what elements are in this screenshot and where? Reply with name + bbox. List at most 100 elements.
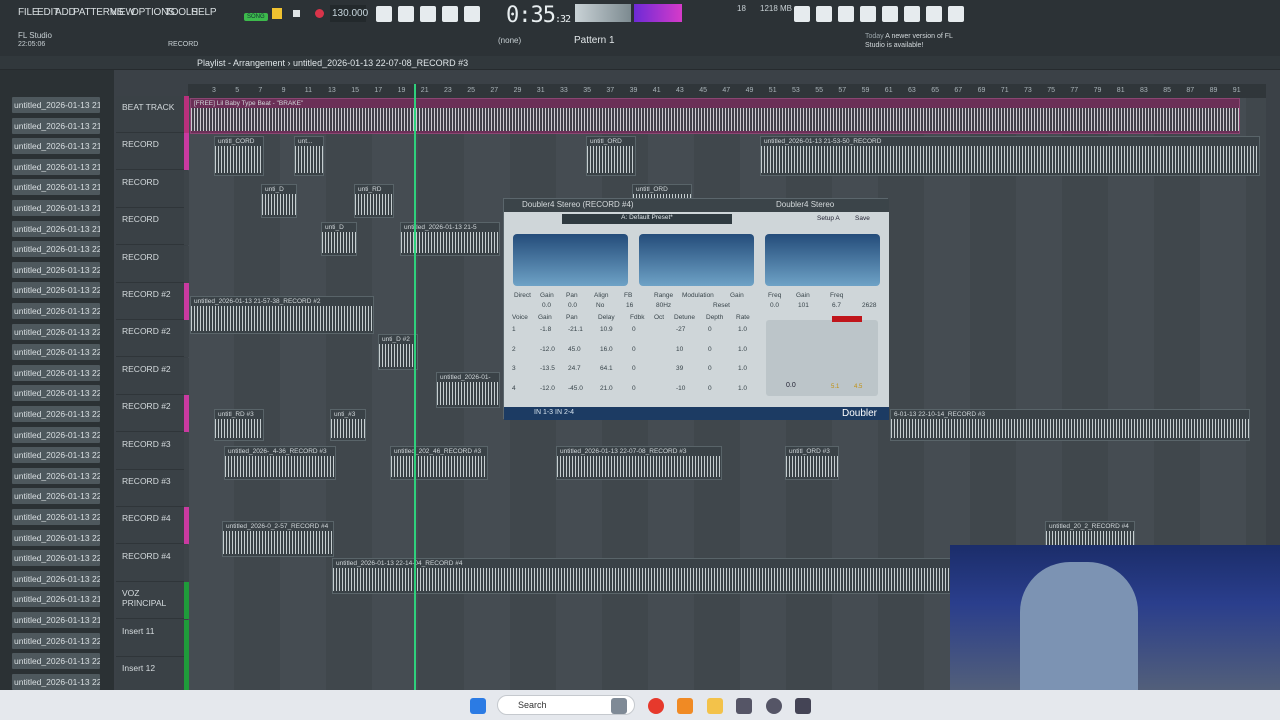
- audio-clip[interactable]: 6-01-13 22-10-14_RECORD #3: [890, 409, 1250, 441]
- song-mode-button[interactable]: SONG: [244, 13, 268, 21]
- track-header[interactable]: BEAT TRACK: [116, 96, 189, 133]
- routing-label[interactable]: IN 1-3 IN 2-4: [534, 409, 574, 416]
- doubler-plugin-window[interactable]: Doubler4 Stereo (RECORD #4) Doubler4 Ste…: [503, 198, 889, 420]
- browser-item[interactable]: untitled_2026-01-13 21-: [12, 179, 100, 196]
- pause-icon[interactable]: [272, 8, 282, 19]
- cut-icon[interactable]: [816, 6, 832, 22]
- channel-rack-icon[interactable]: [904, 6, 920, 22]
- audio-clip[interactable]: untitled_2026-01-13 22-14-04_RECORD #4: [332, 558, 952, 594]
- audio-clip[interactable]: unti_D: [261, 184, 297, 218]
- param-value[interactable]: 101: [798, 302, 809, 309]
- eq-display[interactable]: [765, 234, 880, 286]
- browser-item[interactable]: untitled_2026-01-13 21-: [12, 200, 100, 216]
- browser-item[interactable]: untitled_2026-01-13 21-: [12, 612, 100, 628]
- browser-item[interactable]: untitled_2026-01-13 22-: [12, 406, 100, 422]
- voice-param[interactable]: -21.1: [568, 326, 583, 333]
- metronome-icon[interactable]: [376, 6, 392, 22]
- browser-item[interactable]: untitled_2026-01-13 22-: [12, 529, 100, 546]
- track-header[interactable]: RECORD #3: [116, 470, 189, 507]
- loop-record-icon[interactable]: [464, 6, 480, 22]
- voice-param[interactable]: 0: [708, 326, 712, 333]
- audio-clip[interactable]: untitled_2026-01-13 21-57-38_RECORD #2: [190, 296, 374, 334]
- browser-item[interactable]: untitled_2026-01-13 22-: [12, 550, 100, 567]
- track-header[interactable]: RECORD: [116, 170, 189, 208]
- help-icon[interactable]: [860, 6, 876, 22]
- chrome-icon[interactable]: [648, 698, 664, 714]
- preset-selector[interactable]: A: Default Preset*: [562, 214, 732, 224]
- calculator-icon[interactable]: [795, 698, 811, 714]
- voice-param[interactable]: 1.0: [738, 346, 747, 353]
- audio-clip[interactable]: [FREE] Lil Baby Type Beat - "BRAKE": [190, 98, 1240, 134]
- audio-clip[interactable]: untitled_2026-_4-36_RECORD #3: [224, 446, 336, 480]
- browser-item[interactable]: untitled_2026-01-13 22-: [12, 632, 100, 649]
- windows-start-icon[interactable]: [470, 698, 486, 714]
- voice-param[interactable]: 0: [632, 346, 636, 353]
- param-value[interactable]: 0.0: [568, 302, 577, 309]
- task-view-icon[interactable]: [611, 698, 627, 714]
- voice-param[interactable]: 10: [676, 346, 683, 353]
- track-header[interactable]: RECORD #2: [116, 320, 189, 358]
- wait-record-icon[interactable]: [398, 6, 414, 22]
- fl-studio-icon[interactable]: [677, 698, 693, 714]
- voice-param[interactable]: 24.7: [568, 365, 581, 372]
- browser-item[interactable]: untitled_2026-01-13 22-: [12, 323, 100, 340]
- voice-param[interactable]: -27: [676, 326, 685, 333]
- browser-item[interactable]: untitled_2026-01-13 21-: [12, 158, 100, 175]
- param-value[interactable]: 80Hz: [656, 302, 671, 309]
- audio-clip[interactable]: untitl_ORD #3: [785, 446, 839, 480]
- audio-clip[interactable]: untitled_2026-01-13 22-07-08_RECORD #3: [556, 446, 722, 480]
- mic-icon[interactable]: [838, 6, 854, 22]
- track-header[interactable]: VOZ PRINCIPAL: [116, 582, 189, 620]
- track-header[interactable]: RECORD #2: [116, 283, 189, 320]
- step-edit-icon[interactable]: [442, 6, 458, 22]
- voice-param[interactable]: -10: [676, 385, 685, 392]
- browser-item[interactable]: untitled_2026-01-13 22-: [12, 261, 100, 278]
- voice-param[interactable]: 0: [632, 326, 636, 333]
- save-button[interactable]: Save: [855, 215, 870, 222]
- param-value[interactable]: 0.0: [770, 302, 779, 309]
- browser-item[interactable]: untitled_2026-01-13 21-: [12, 220, 100, 237]
- obs-icon[interactable]: [766, 698, 782, 714]
- tempo-display[interactable]: 130.000: [330, 5, 368, 22]
- audio-clip[interactable]: untitl_ORD: [586, 136, 636, 176]
- voice-param[interactable]: 0: [708, 385, 712, 392]
- browser-item[interactable]: untitled_2026-01-13 22-: [12, 447, 100, 464]
- audio-clip[interactable]: unti_D #2: [378, 334, 418, 370]
- audio-clip[interactable]: untitled_202_46_RECORD #3: [390, 446, 488, 480]
- undo-icon[interactable]: [794, 6, 810, 22]
- browser-item[interactable]: untitled_2026-01-13 21-: [12, 591, 100, 608]
- voice-param[interactable]: 16.0: [600, 346, 613, 353]
- track-header[interactable]: RECORD: [116, 133, 189, 171]
- voice-param[interactable]: 1.0: [738, 326, 747, 333]
- browser-item[interactable]: untitled_2026-01-13 22-: [12, 344, 100, 361]
- voice-param[interactable]: -12.0: [540, 346, 555, 353]
- track-header[interactable]: Insert 11: [116, 619, 189, 657]
- browser-item[interactable]: untitled_2026-01-13 21-: [12, 117, 100, 134]
- voice-param[interactable]: 0: [708, 365, 712, 372]
- browser-item[interactable]: untitled_2026-01-13 22-: [12, 385, 100, 402]
- track-header[interactable]: RECORD #4: [116, 544, 189, 582]
- timeline-ruler[interactable]: 3 5 7 9 11 13 15 17 19 21 23 25 27 29 31 33 35 37 39 41 43 45…: [188, 84, 1266, 98]
- param-value[interactable]: 0.0: [542, 302, 551, 309]
- track-header[interactable]: RECORD #4: [116, 507, 189, 545]
- track-header[interactable]: RECORD #2: [116, 357, 189, 395]
- setup-button[interactable]: Setup A: [817, 215, 840, 222]
- stereo-display[interactable]: [513, 234, 628, 286]
- mixer-icon[interactable]: [882, 6, 898, 22]
- audio-clip[interactable]: unti_#3: [330, 409, 366, 441]
- voice-param[interactable]: 1.0: [738, 365, 747, 372]
- download-icon[interactable]: [948, 6, 964, 22]
- browser-item[interactable]: untitled_2026-01-13 22-: [12, 426, 100, 443]
- voice-param[interactable]: -45.0: [568, 385, 583, 392]
- countdown-icon[interactable]: [420, 6, 436, 22]
- browser-item[interactable]: untitled_2026-01-13 22-: [12, 364, 100, 381]
- param-value[interactable]: 16: [626, 302, 633, 309]
- menu-help[interactable]: HELP: [191, 7, 217, 18]
- modulation-display[interactable]: [639, 234, 754, 286]
- file-explorer-icon[interactable]: [707, 698, 723, 714]
- chat-icon[interactable]: [926, 6, 942, 22]
- voice-param[interactable]: 39: [676, 365, 683, 372]
- voice-param[interactable]: -1.8: [540, 326, 551, 333]
- browser-item[interactable]: untitled_2026-01-13 22-: [12, 241, 100, 258]
- voice-param[interactable]: 10.9: [600, 326, 613, 333]
